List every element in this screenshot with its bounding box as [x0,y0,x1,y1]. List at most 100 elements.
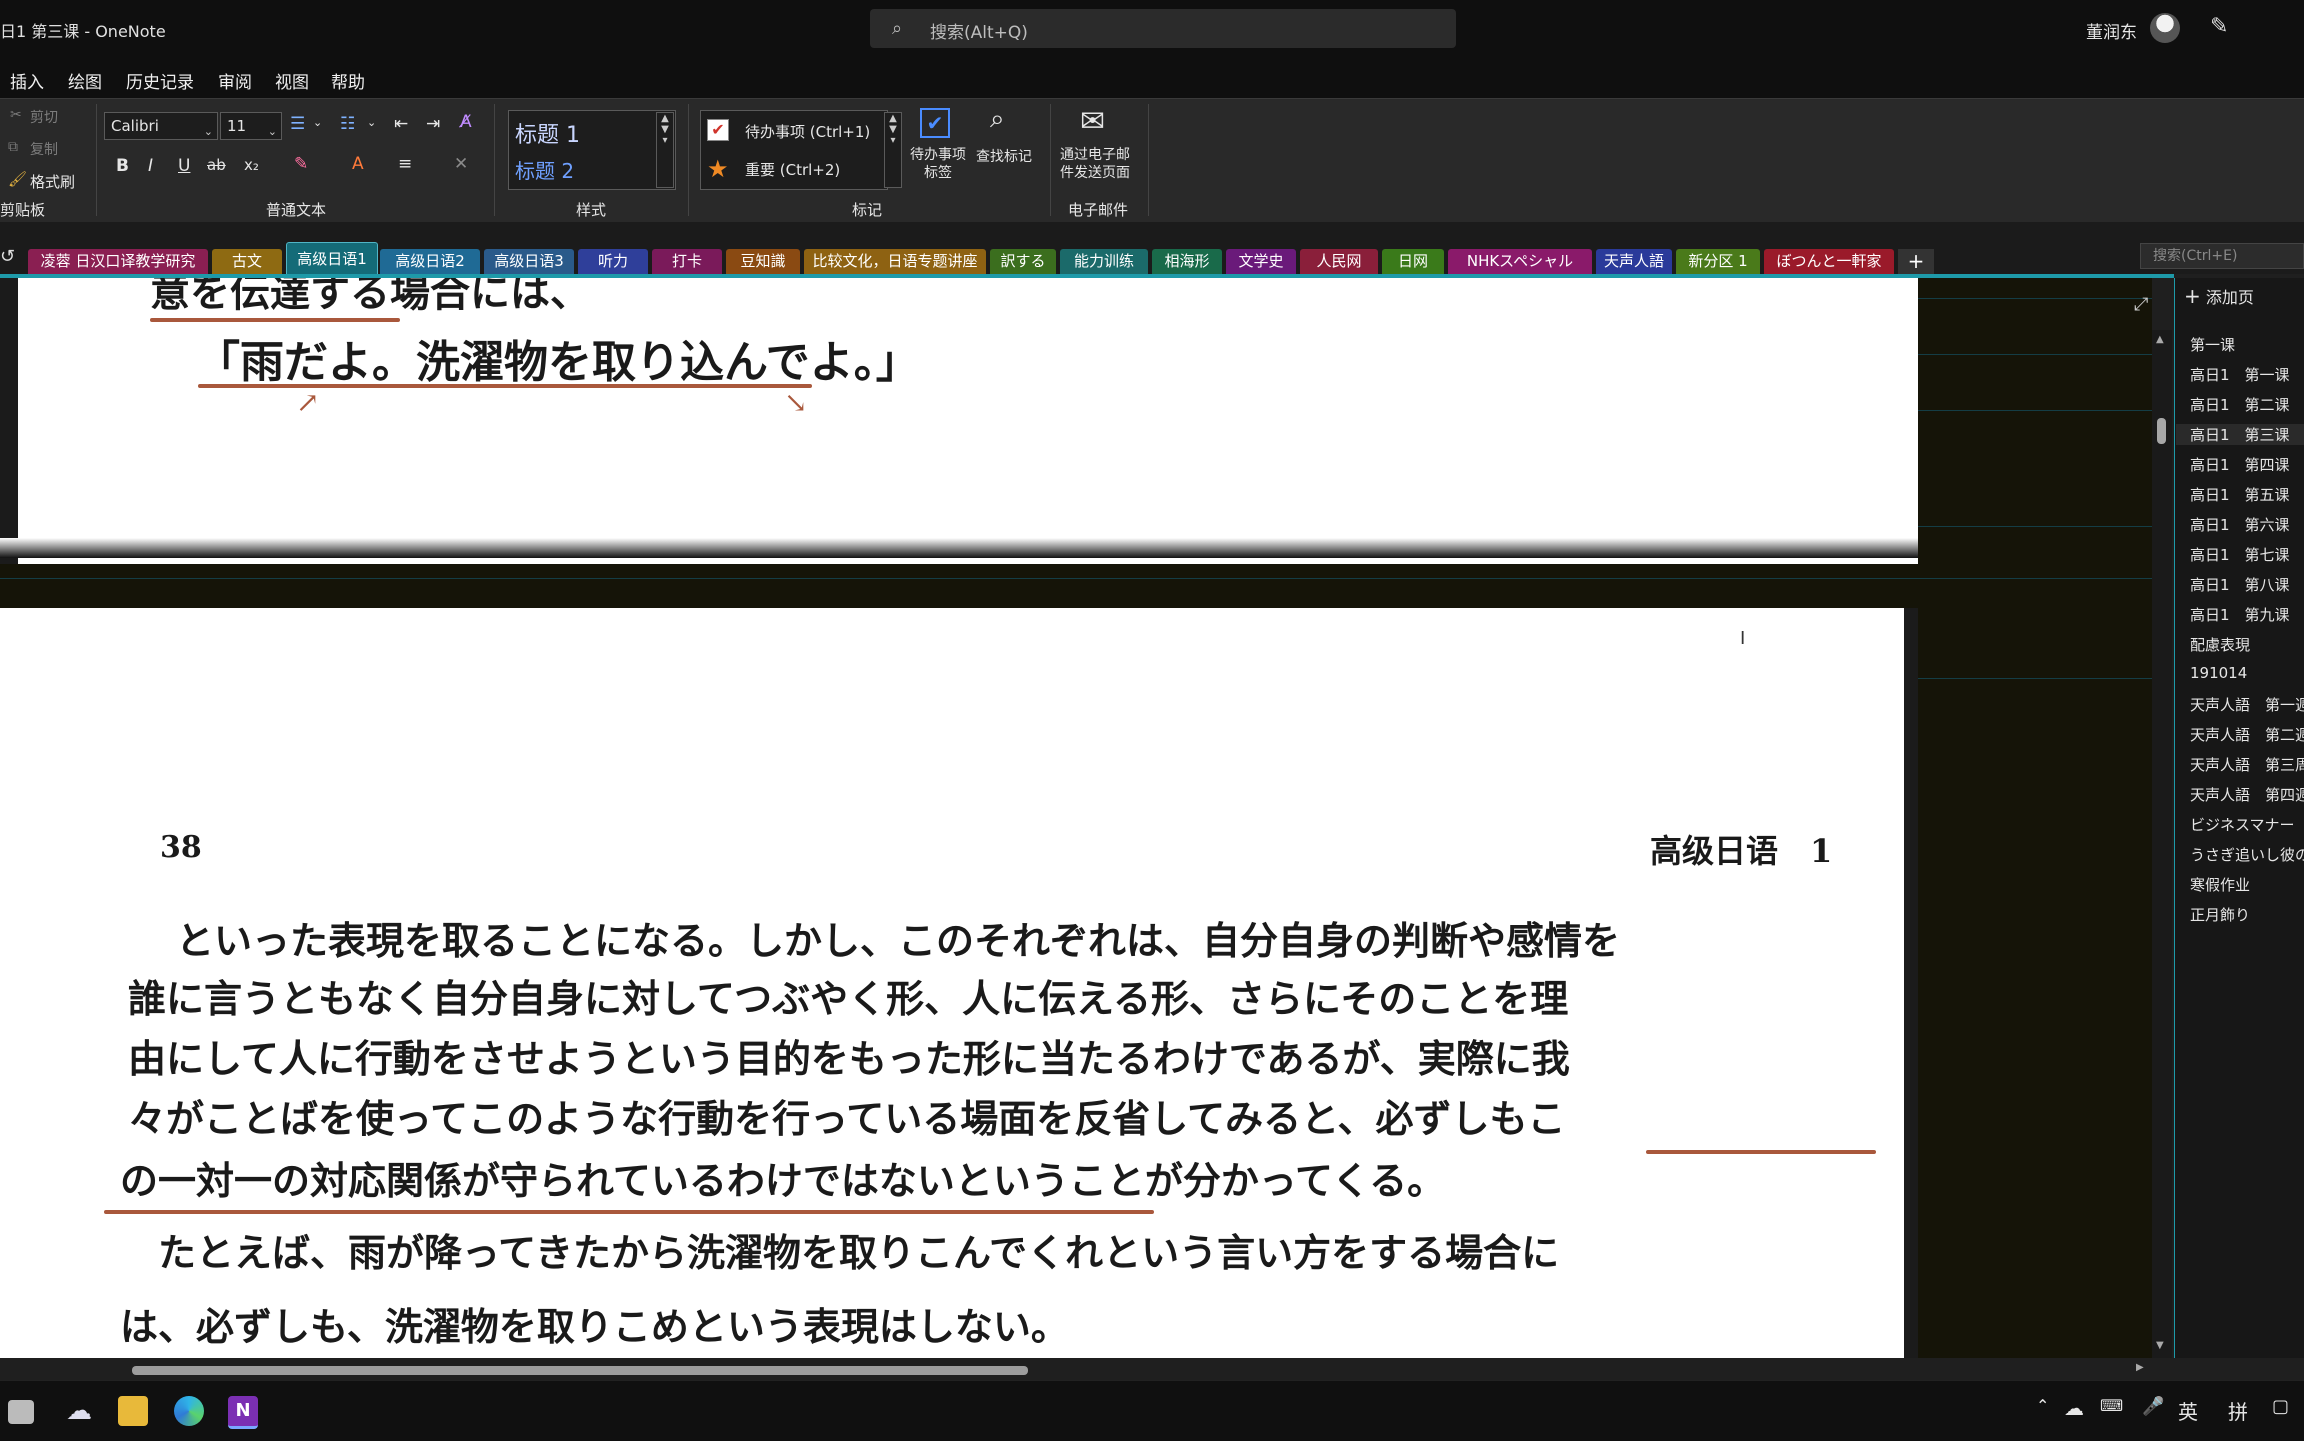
page-list-item[interactable]: 高日1 第九课 [2190,604,2290,625]
find-tags-icon[interactable]: ⌕ [990,104,1005,135]
section-tab[interactable]: 新分区 1 [1676,249,1760,274]
notification-icon[interactable]: ▢ [2272,1396,2289,1417]
page-list-item[interactable]: 高日1 第五课 [2190,484,2290,505]
menu-help[interactable]: 帮助 [331,68,365,93]
page-list-item[interactable]: 高日1 第一课 [2190,364,2290,385]
page-canvas[interactable]: 意を伝達する場合には、 「雨だよ。洗濯物を取り込んでよ。」 ↗ ↘ 38 高级日… [0,278,2152,1358]
back-icon[interactable]: ↺ [0,246,15,267]
expand-icon[interactable]: ⤢ [2134,294,2148,315]
section-tab[interactable]: 日网 [1382,249,1444,274]
section-tab[interactable]: 文学史 [1226,249,1296,274]
section-tab[interactable]: 古文 [212,249,282,274]
ime-lang[interactable]: 英 [2178,1396,2198,1425]
scanned-image-top[interactable]: 意を伝達する場合には、 「雨だよ。洗濯物を取り込んでよ。」 ↗ ↘ [0,278,1918,564]
section-tab[interactable]: 訳する [990,249,1056,274]
copy-button[interactable]: 复制 [30,139,58,159]
section-tab[interactable]: 天声人語 [1596,249,1672,274]
page-list-item[interactable]: 天声人語 第三周 [2190,754,2304,775]
decrease-indent-icon[interactable]: ⇤ [394,114,408,134]
style-heading-2[interactable]: 标题 2 [515,155,574,184]
page-list-item[interactable]: 正月飾り [2190,904,2250,925]
section-tab[interactable]: NHKスペシャル [1448,249,1592,274]
font-family-select[interactable]: Calibri ⌄ [104,112,218,140]
section-tab[interactable]: 相海形 [1152,249,1222,274]
vertical-scroll-thumb[interactable] [2157,418,2166,444]
italic-button[interactable]: I [148,156,153,176]
menu-history[interactable]: 历史记录 [126,68,194,93]
bold-button[interactable]: B [116,156,129,176]
section-tab[interactable]: 听力 [578,249,648,274]
underline-button[interactable]: U [178,156,190,176]
onedrive-icon[interactable]: ☁ [2064,1396,2084,1420]
scroll-up-icon[interactable]: ▲ [2156,334,2164,345]
onenote-icon[interactable]: N [228,1396,258,1429]
font-color-icon[interactable]: A [352,154,364,174]
scroll-right-icon[interactable]: ▶ [2136,1362,2144,1373]
user-name[interactable]: 董润东 [2086,18,2137,43]
horizontal-scroll-thumb[interactable] [132,1366,1028,1375]
weather-icon[interactable]: ☁ [64,1396,94,1426]
notebook-search-input[interactable]: 搜索(Ctrl+E) [2140,243,2304,269]
page-list-item[interactable]: 天声人語 第一週 [2190,694,2304,715]
add-section-button[interactable]: + [1898,249,1934,274]
pen-icon[interactable]: ✎ [2210,14,2228,39]
avatar[interactable] [2150,13,2180,43]
section-tab[interactable]: 能力训练 [1060,249,1148,274]
section-tab[interactable]: 高级日语1 [286,242,378,275]
subscript-button[interactable]: x₂ [244,156,259,174]
strikethrough-button[interactable]: ab [207,156,226,174]
style-heading-1[interactable]: 标题 1 [515,117,580,149]
chevron-down-icon[interactable]: ⌄ [313,116,322,129]
page-list-item[interactable]: 高日1 第三课 [2176,424,2304,445]
highlight-icon[interactable]: ✎ [294,154,308,174]
styles-gallery[interactable]: 标题 1 标题 2 [508,110,676,190]
clear-icon[interactable]: ✕ [454,154,468,174]
todo-tag-button[interactable]: 待办事项 标签 [910,146,966,182]
section-tab[interactable]: 凌蓉 日汉口译教学研究 [28,249,208,274]
bullet-list-icon[interactable]: ☰ [290,114,305,134]
search-input[interactable]: ⌕ 搜索(Alt+Q) [870,9,1456,48]
font-size-select[interactable]: 11 ⌄ [220,112,282,140]
page-list-item[interactable]: 寒假作业 [2190,874,2250,895]
tags-scroll[interactable]: ▲ ▼ ▾ [884,112,902,188]
page-list-item[interactable]: 天声人語 第四週 [2190,784,2304,805]
add-page-button[interactable]: + 添加页 [2184,284,2254,308]
page-list-item[interactable]: 高日1 第四课 [2190,454,2290,475]
section-tab[interactable]: 人民网 [1300,249,1378,274]
section-tab[interactable]: 高级日语2 [380,249,480,274]
page-list-item[interactable]: うさぎ追いし彼の [2190,844,2304,865]
page-list-item[interactable]: 第一课 [2190,334,2235,355]
increase-indent-icon[interactable]: ⇥ [426,114,440,134]
menu-draw[interactable]: 绘图 [68,68,102,93]
ime-mode[interactable]: 拼 [2228,1396,2248,1425]
section-tab[interactable]: ぼつんと一軒家 [1764,249,1894,274]
menu-insert[interactable]: 插入 [10,68,44,93]
numbered-list-icon[interactable]: ☷ [340,114,355,134]
section-tab[interactable]: 高级日语3 [484,249,574,274]
scanned-image-page[interactable]: 38 高级日语 1 といった表現を取ることになる。しかし、このそれぞれは、自分自… [0,608,1918,1358]
page-list-item[interactable]: 高日1 第二课 [2190,394,2290,415]
tag-todo[interactable]: 待办事项 (Ctrl+1) [745,121,870,142]
clear-format-icon[interactable]: A̸ [460,112,472,132]
keyboard-icon[interactable]: ⌨ [2100,1396,2123,1415]
file-explorer-icon[interactable] [118,1396,148,1426]
page-list-item[interactable]: 191014 [2190,664,2247,682]
page-list-item[interactable]: 高日1 第八课 [2190,574,2290,595]
chevron-down-icon[interactable]: ⌄ [367,116,376,129]
section-tab[interactable]: 打卡 [652,249,722,274]
edge-icon[interactable] [174,1396,204,1426]
task-view-icon[interactable] [8,1400,34,1424]
chevron-up-icon[interactable]: ⌃ [2036,1396,2049,1415]
page-list-item[interactable]: 高日1 第六课 [2190,514,2290,535]
section-tab[interactable]: 豆知識 [726,249,800,274]
page-list-item[interactable]: 天声人語 第二週 [2190,724,2304,745]
microphone-icon[interactable]: 🎤 [2142,1396,2164,1417]
page-list-item[interactable]: ビジネスマナー [2190,814,2295,835]
styles-scroll[interactable]: ▲ ▼ ▾ [656,112,674,188]
tag-important[interactable]: 重要 (Ctrl+2) [745,159,840,180]
tags-gallery[interactable]: ✔ 待办事项 (Ctrl+1) ★ 重要 (Ctrl+2) [700,110,888,190]
menu-view[interactable]: 视图 [275,68,309,93]
section-tab[interactable]: 比较文化，日语专题讲座 [804,249,986,274]
page-list-item[interactable]: 配慮表現 [2190,634,2250,655]
menu-review[interactable]: 审阅 [218,68,252,93]
